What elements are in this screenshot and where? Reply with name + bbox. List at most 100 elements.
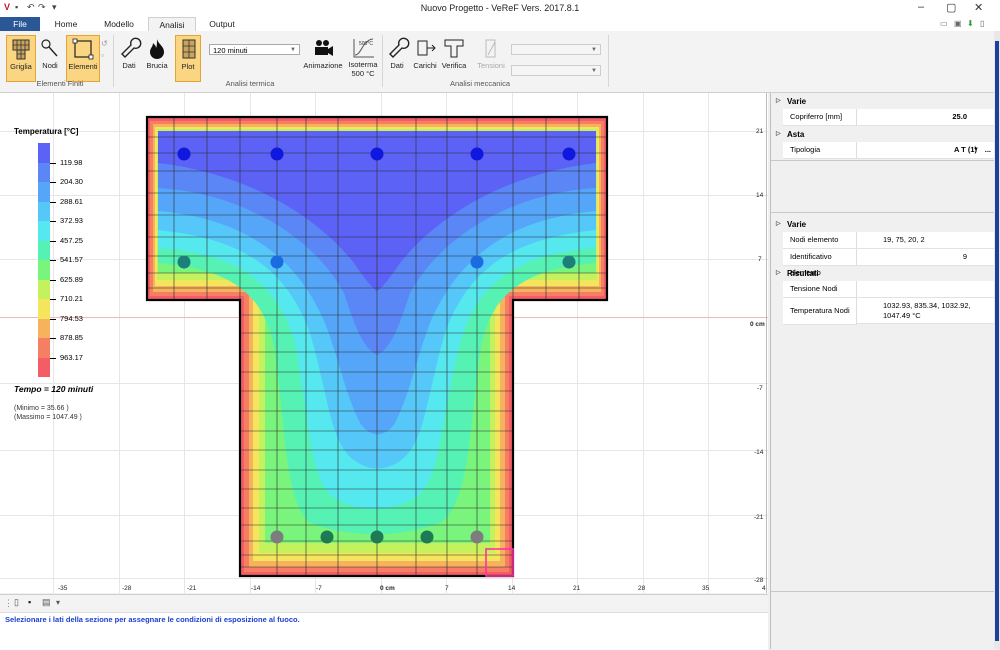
x-tick: 0 cm: [380, 585, 395, 592]
category-varie-element[interactable]: ▷ Varie: [771, 216, 995, 232]
title-bar: V ▪ ↶ ↷ ▾ Nuovo Progetto - VeReF Vers. 2…: [0, 0, 1000, 17]
legend-value: 372.93: [60, 216, 83, 225]
property-row: Tensione Nodi: [771, 281, 995, 298]
more-options-icon: ...: [984, 145, 991, 154]
window-scrollbar[interactable]: [994, 31, 1000, 649]
carichi-button[interactable]: Carichi: [411, 35, 439, 80]
copy-icon[interactable]: ▤: [42, 597, 51, 608]
nodi-button[interactable]: Nodi: [36, 35, 64, 80]
brucia-button[interactable]: Brucia: [143, 35, 171, 80]
rotate-icon[interactable]: ↺: [101, 39, 108, 48]
property-row: Copriferro [mm] 25.0: [771, 109, 995, 126]
category-risultati[interactable]: ▷ Risultati: [771, 265, 995, 281]
identificativo-label: Identificativo elemento: [783, 249, 857, 277]
x-tick: -7: [316, 585, 322, 592]
animazione-button[interactable]: Animazione: [302, 35, 344, 80]
collapse-icon[interactable]: ▷: [776, 269, 781, 276]
help-icon[interactable]: ▭: [940, 19, 948, 28]
collapse-icon[interactable]: ▷: [776, 220, 781, 227]
isotherm-icon: 500°C: [353, 38, 374, 58]
rebar[interactable]: [270, 530, 284, 544]
collapse-icon[interactable]: ▷: [776, 97, 781, 104]
rebar[interactable]: [270, 147, 284, 161]
x-tick: 4: [762, 585, 766, 592]
legend-color-swatch: [38, 143, 50, 163]
cross-section-plot[interactable]: [0, 93, 768, 593]
mechanical-select-2: ▼: [511, 65, 601, 76]
tab-home[interactable]: Home: [46, 17, 86, 31]
rebar[interactable]: [562, 147, 576, 161]
loads-icon: [417, 40, 436, 56]
rebar[interactable]: [177, 255, 191, 269]
copriferro-label: Copriferro [mm]: [783, 109, 857, 126]
mechanical-dati-button[interactable]: Dati: [385, 35, 410, 80]
tab-output[interactable]: Output: [200, 17, 244, 31]
rebar[interactable]: [470, 530, 484, 544]
plot-button[interactable]: Plot: [175, 35, 201, 82]
output-toolbar: ⋮ ▯ ▪ ▤ ▾: [0, 594, 768, 613]
tensione-nodi-value: [857, 281, 995, 298]
verifica-button[interactable]: Verifica: [439, 35, 469, 80]
legend-value: 457.25: [60, 235, 83, 245]
time-select[interactable]: 120 minuti ▼: [209, 44, 300, 55]
small-grid-icon[interactable]: ▫: [101, 51, 104, 60]
new-document-icon[interactable]: ▯: [14, 597, 19, 608]
collapse-icon[interactable]: ▷: [776, 130, 781, 137]
x-tick: 28: [638, 585, 646, 592]
tab-file[interactable]: File: [0, 17, 40, 31]
tab-modello[interactable]: Modello: [96, 17, 142, 31]
rebar[interactable]: [562, 255, 576, 269]
temperature-field: [147, 117, 607, 576]
isoterma-temp-label: 500 °C: [351, 69, 375, 78]
camera-icon: [315, 40, 333, 56]
temperatura-nodi-value: 1032.93, 835.34, 1032.92, 1047.49 °C: [857, 298, 995, 324]
legend-tick: [50, 338, 56, 339]
tipologia-select[interactable]: A T (1) ▼...: [857, 142, 995, 159]
t-section-icon: [444, 39, 464, 58]
y-tick: 0 cm: [750, 321, 765, 328]
ribbon-separator: [382, 35, 383, 87]
copriferro-field[interactable]: 25.0: [857, 109, 995, 126]
legend-tick: [50, 240, 56, 242]
legend-value: 288.61: [60, 196, 83, 206]
rebar[interactable]: [470, 255, 484, 269]
rebar[interactable]: [470, 147, 484, 161]
scrollbar-thumb[interactable]: [995, 41, 999, 641]
category-varie[interactable]: ▷ Varie: [771, 93, 995, 109]
rebar[interactable]: [420, 530, 434, 544]
legend-tick: [50, 221, 56, 222]
info-icon[interactable]: ▯: [980, 19, 984, 28]
chevron-down-icon: ▼: [290, 47, 296, 53]
rebar[interactable]: [270, 255, 284, 269]
rebar[interactable]: [320, 530, 334, 544]
grid-icon: [12, 39, 30, 60]
rebar[interactable]: [370, 147, 384, 161]
legend-tick: [50, 260, 56, 261]
minimize-icon[interactable]: –: [918, 1, 924, 13]
rebar[interactable]: [177, 147, 191, 161]
close-icon[interactable]: ✕: [974, 1, 983, 14]
download-icon[interactable]: ⬇: [967, 19, 974, 28]
elementi-button[interactable]: Elementi: [66, 35, 100, 82]
thermal-dati-button[interactable]: Dati: [117, 35, 142, 80]
rebar[interactable]: [370, 530, 384, 544]
griglia-label: Griglia: [10, 62, 32, 71]
elements-icon: [72, 38, 94, 60]
save-icon[interactable]: ▪: [28, 597, 31, 607]
tempo-label: Tempo = 120 minuti: [14, 384, 94, 394]
y-tick: -7: [757, 385, 763, 392]
drawing-canvas[interactable]: Temperatura [°C] 119.98 204.30 288.61 372.9…: [0, 93, 768, 593]
legend-value: 710.21: [60, 294, 83, 303]
legend-color-swatch: [38, 299, 50, 319]
ribbon-tabs: File Home Modello Analisi Output ▭ ▣ ⬇ ▯: [0, 17, 1000, 32]
griglia-button[interactable]: Griglia: [6, 35, 36, 82]
options-icon[interactable]: ▣: [954, 19, 962, 28]
legend-tick: [50, 279, 56, 281]
toolbar-overflow-icon[interactable]: ▾: [56, 598, 60, 607]
x-tick: 21: [573, 585, 581, 592]
tab-analisi[interactable]: Analisi: [148, 17, 196, 32]
isoterma-button[interactable]: 500°C Isoterma 500 °C: [346, 35, 380, 80]
category-asta[interactable]: ▷ Asta: [771, 126, 995, 142]
maximize-icon[interactable]: ▢: [946, 1, 956, 14]
legend-color-swatch: [38, 338, 50, 358]
